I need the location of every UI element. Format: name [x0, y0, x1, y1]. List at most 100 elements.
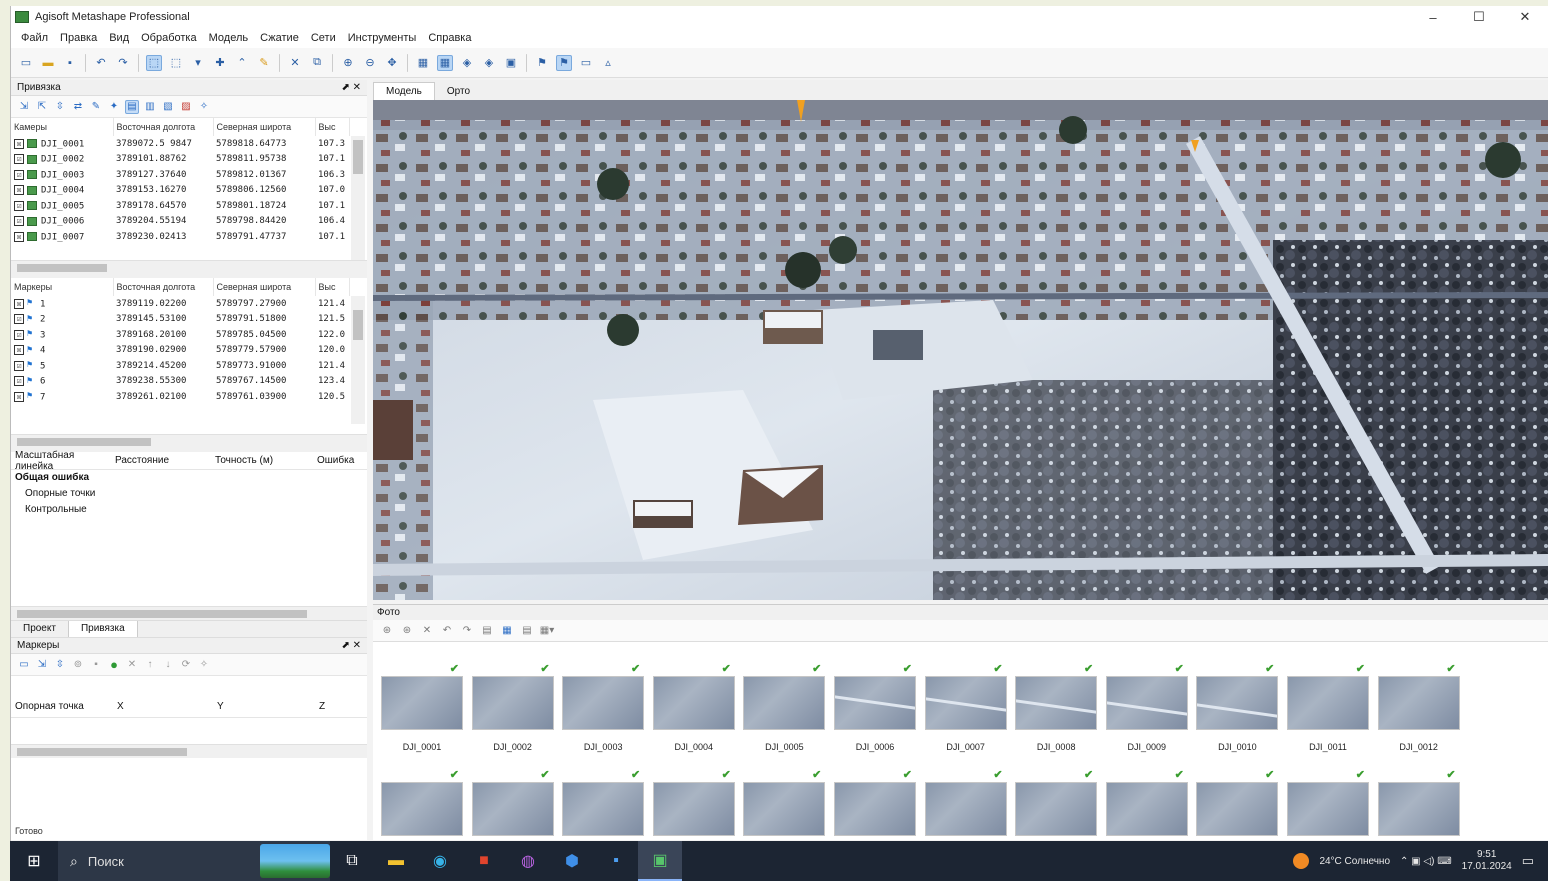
- photo-thumbnail[interactable]: ✔ DJI_0002: [471, 663, 554, 752]
- region-icon[interactable]: ▵: [600, 55, 616, 71]
- table-row[interactable]: ☑ ⚑ 5 3789214.45200 5789773.91000 121.4: [11, 358, 349, 374]
- move-icon[interactable]: ✚: [212, 55, 228, 71]
- col-scalebar[interactable]: Масштабная линейка: [11, 450, 111, 472]
- close-button[interactable]: ✕: [1502, 6, 1548, 28]
- office-app-icon[interactable]: ■: [462, 841, 506, 881]
- table-row[interactable]: ☑ DJI_0003 3789127.37640 5789812.01367 106.3: [11, 167, 349, 183]
- col-distance[interactable]: Расстояние: [111, 455, 211, 466]
- media-app-icon[interactable]: ◍: [506, 841, 550, 881]
- marker-checkbox[interactable]: ☒: [14, 298, 24, 309]
- photo-thumbnail[interactable]: ✔ DJI_0010: [1196, 663, 1279, 752]
- tab-model[interactable]: Модель: [373, 82, 435, 100]
- camera-checkbox[interactable]: ☑: [14, 154, 24, 164]
- col-alt[interactable]: Выс: [315, 118, 350, 136]
- show-cameras-icon[interactable]: ⚑: [534, 55, 550, 71]
- ruler-icon[interactable]: ✎: [256, 55, 272, 71]
- photo-thumbnail[interactable]: ✔ DJI_0011: [1287, 663, 1369, 752]
- tab-reference[interactable]: Привязка: [67, 621, 138, 637]
- icons-view-icon[interactable]: ▦: [500, 624, 514, 638]
- clear-reference-icon[interactable]: ⇳: [53, 100, 67, 114]
- rotate-icon[interactable]: ⌃: [234, 55, 250, 71]
- col-control-point[interactable]: Опорная точка: [11, 701, 113, 712]
- photo-thumbnail[interactable]: ✔ DJI_0004: [652, 663, 735, 752]
- view-source-icon[interactable]: ▤: [125, 99, 139, 114]
- save-icon[interactable]: ▪: [62, 55, 78, 71]
- rotate-right-icon[interactable]: ↷: [460, 624, 474, 638]
- save-markers-icon[interactable]: ▪: [89, 658, 103, 672]
- photo-thumbnail[interactable]: ✔: [652, 769, 735, 836]
- export-icon[interactable]: ⇲: [35, 658, 49, 672]
- list-view-icon[interactable]: ▤: [520, 624, 534, 638]
- clock[interactable]: 9:51 17.01.2024: [1462, 849, 1512, 873]
- details-icon[interactable]: ▤: [480, 624, 494, 638]
- menu-view[interactable]: Вид: [103, 32, 135, 44]
- windows-start-icon[interactable]: ⊞: [10, 841, 58, 881]
- navigation-icon[interactable]: ⬚: [146, 54, 162, 71]
- photo-thumbnail[interactable]: ✔ DJI_0009: [1105, 663, 1188, 752]
- weather-text[interactable]: 24°C Солнечно: [1319, 856, 1390, 867]
- markers-vertical-scrollbar[interactable]: [351, 296, 365, 424]
- marker-checkbox[interactable]: ☑: [14, 376, 24, 386]
- convert-icon[interactable]: ⇄: [71, 100, 85, 114]
- move-up-icon[interactable]: ↑: [143, 658, 157, 672]
- camera-checkbox[interactable]: ☑: [14, 169, 24, 180]
- photo-thumbnail[interactable]: ✔ DJI_0006: [834, 663, 916, 752]
- metashape-taskbar-icon[interactable]: ▣: [638, 841, 682, 881]
- tray-icons[interactable]: ⌃ ▣ ◁) ⌨: [1400, 856, 1452, 867]
- marker-checkbox[interactable]: ☒: [14, 345, 24, 355]
- col-error[interactable]: Ошибка: [313, 455, 354, 466]
- photo-thumbnail[interactable]: ✔ DJI_0005: [743, 663, 826, 752]
- add-icon[interactable]: ●: [107, 657, 121, 672]
- menu-workflow[interactable]: Обработка: [135, 32, 202, 44]
- camera-checkbox[interactable]: ☑: [14, 200, 24, 211]
- notifications-icon[interactable]: ▭: [1522, 853, 1534, 869]
- zoom-in-icon[interactable]: ⊕: [340, 55, 356, 71]
- col-x[interactable]: X: [113, 701, 213, 712]
- table-row[interactable]: ☑ DJI_0002 3789101.88762 5789811.95738 107.1: [11, 152, 349, 168]
- table-row[interactable]: ☒ ⚑ 4 3789190.02900 5789779.57900 120.0: [11, 343, 349, 359]
- refresh-icon[interactable]: ⟳: [179, 658, 193, 672]
- col-accuracy[interactable]: Точность (м): [211, 455, 313, 466]
- task-view-icon[interactable]: ⧉: [330, 841, 374, 881]
- show-shapes-icon[interactable]: ▭: [578, 55, 594, 71]
- photo-thumbnail[interactable]: ✔: [471, 769, 554, 836]
- point-cloud-icon[interactable]: ▦: [437, 54, 453, 71]
- rectangle-select-icon[interactable]: ⬚: [168, 55, 184, 71]
- fit-icon[interactable]: ✥: [384, 55, 400, 71]
- menu-model[interactable]: Модель: [203, 32, 254, 44]
- menu-file[interactable]: Файл: [15, 32, 54, 44]
- panel-float-close-icon[interactable]: ⬈ ✕: [341, 82, 361, 93]
- optimize-cameras-icon[interactable]: ✦: [107, 100, 121, 114]
- view-estimated-icon[interactable]: ▥: [143, 100, 157, 114]
- tools-icon[interactable]: ✧: [197, 658, 211, 672]
- table-row[interactable]: ☒ DJI_0007 3789230.02413 5789791.47737 107.1: [11, 229, 349, 245]
- save-app-icon[interactable]: ▪: [594, 841, 638, 881]
- new-project-icon[interactable]: ▭: [18, 55, 34, 71]
- col-cameras[interactable]: Камеры: [11, 118, 114, 136]
- remove-camera-icon[interactable]: ✕: [420, 624, 434, 638]
- table-row[interactable]: ☒ DJI_0001 3789072.5 9847 5789818.64773 107.…: [11, 136, 349, 152]
- zoom-out-icon[interactable]: ⊖: [362, 55, 378, 71]
- photo-thumbnail[interactable]: ✔ DJI_0012: [1377, 663, 1460, 752]
- cameras-horizontal-scrollbar[interactable]: [11, 260, 367, 274]
- scalebar-horizontal-scrollbar[interactable]: [11, 606, 367, 620]
- enable-camera-icon[interactable]: ⊛: [380, 624, 394, 638]
- coord-horizontal-scrollbar[interactable]: [11, 744, 367, 758]
- redo-icon[interactable]: ↷: [115, 55, 131, 71]
- photo-thumbnail[interactable]: ✔: [924, 769, 1007, 836]
- col-east[interactable]: Восточная долгота: [113, 118, 214, 136]
- camera-checkbox[interactable]: ☒: [14, 138, 24, 149]
- col-markers[interactable]: Маркеры: [11, 278, 114, 296]
- tiled-icon[interactable]: ▣: [503, 55, 519, 71]
- remove-icon[interactable]: ✕: [125, 658, 139, 672]
- tab-ortho[interactable]: Орто: [435, 83, 482, 100]
- photo-thumbnail[interactable]: ✔: [1196, 769, 1279, 836]
- open-project-icon[interactable]: ▬: [40, 55, 56, 71]
- col-z[interactable]: Z: [315, 701, 351, 712]
- photo-thumbnail[interactable]: ✔ DJI_0003: [562, 663, 645, 752]
- thumbnail-size-icon[interactable]: ▦▾: [540, 624, 554, 638]
- markers-horizontal-scrollbar[interactable]: [11, 434, 367, 448]
- menu-tools[interactable]: Инструменты: [342, 32, 423, 44]
- minimize-button[interactable]: –: [1410, 6, 1456, 28]
- panel-float-close-icon[interactable]: ⬈ ✕: [341, 640, 361, 651]
